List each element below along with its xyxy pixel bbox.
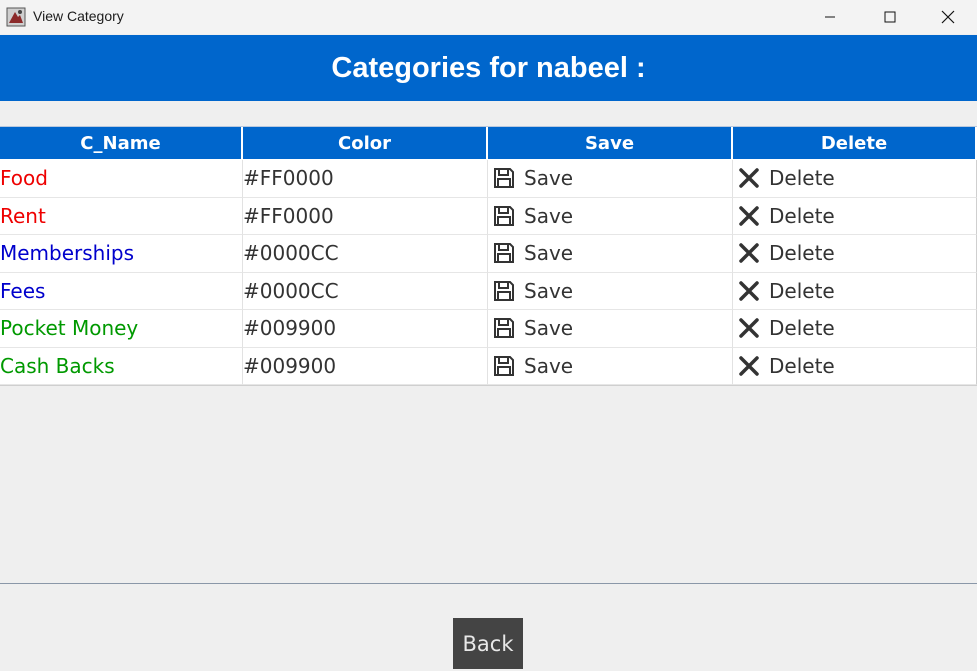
category-color: #FF0000 (243, 166, 334, 191)
page-title: Categories for nabeel : (331, 51, 646, 84)
back-button[interactable]: Back (453, 618, 523, 669)
table-row[interactable]: Food #FF0000 Save Delete (0, 160, 977, 198)
maximize-icon (884, 11, 896, 23)
save-label: Save (524, 241, 574, 266)
categories-table: C_Name Color Save Delete Food #FF0000 Save… (0, 126, 977, 386)
delete-label: Delete (769, 166, 835, 191)
floppy-disk-icon (492, 166, 516, 190)
category-color-cell[interactable]: #0000CC (243, 272, 488, 310)
category-name-cell[interactable]: Memberships (0, 235, 243, 273)
x-icon (737, 354, 761, 378)
table-body: Food #FF0000 Save Delete Rent #FF0000 Save Dele… (0, 160, 977, 386)
category-name: Rent (0, 203, 46, 228)
category-color: #009900 (243, 353, 337, 378)
category-color-cell[interactable]: #FF0000 (243, 197, 488, 235)
app-icon (6, 7, 26, 27)
category-color: #009900 (243, 316, 337, 341)
table-row[interactable]: Fees #0000CC Save Delete (0, 272, 977, 310)
maximize-button[interactable] (861, 0, 919, 34)
delete-label: Delete (769, 241, 835, 266)
save-button[interactable]: Save (488, 197, 733, 235)
save-label: Save (524, 166, 574, 191)
delete-button[interactable]: Delete (733, 197, 977, 235)
close-button[interactable] (919, 0, 977, 34)
category-color-cell[interactable]: #FF0000 (243, 160, 488, 198)
save-button[interactable]: Save (488, 160, 733, 198)
category-color-cell[interactable]: #009900 (243, 347, 488, 385)
category-name: Memberships (0, 241, 135, 266)
delete-label: Delete (769, 353, 835, 378)
x-icon (737, 279, 761, 303)
floppy-disk-icon (492, 354, 516, 378)
save-label: Save (524, 353, 574, 378)
category-name-cell[interactable]: Cash Backs (0, 347, 243, 385)
save-label: Save (524, 316, 574, 341)
category-name: Cash Backs (0, 353, 115, 378)
save-label: Save (524, 278, 574, 303)
x-icon (737, 241, 761, 265)
header-banner: Categories for nabeel : (0, 35, 977, 101)
category-name-cell[interactable]: Food (0, 160, 243, 198)
x-icon (737, 166, 761, 190)
divider (0, 583, 977, 584)
category-name-cell[interactable]: Fees (0, 272, 243, 310)
save-label: Save (524, 203, 574, 228)
category-color-cell[interactable]: #0000CC (243, 235, 488, 273)
category-color-cell[interactable]: #009900 (243, 310, 488, 348)
save-button[interactable]: Save (488, 347, 733, 385)
column-header-delete[interactable]: Delete (733, 127, 977, 160)
category-color: #FF0000 (243, 203, 334, 228)
category-name: Fees (0, 278, 46, 303)
floppy-disk-icon (492, 279, 516, 303)
category-name-cell[interactable]: Pocket Money (0, 310, 243, 348)
delete-label: Delete (769, 316, 835, 341)
delete-label: Delete (769, 203, 835, 228)
save-button[interactable]: Save (488, 235, 733, 273)
category-color: #0000CC (243, 241, 339, 266)
category-name-cell[interactable]: Rent (0, 197, 243, 235)
x-icon (737, 204, 761, 228)
table-row[interactable]: Cash Backs #009900 Save Delete (0, 347, 977, 385)
floppy-disk-icon (492, 241, 516, 265)
table-header: C_Name Color Save Delete (0, 126, 977, 160)
title-bar: View Category (0, 0, 977, 34)
category-color: #0000CC (243, 278, 339, 303)
table-row[interactable]: Memberships #0000CC Save Delete (0, 235, 977, 273)
delete-button[interactable]: Delete (733, 347, 977, 385)
delete-button[interactable]: Delete (733, 310, 977, 348)
delete-button[interactable]: Delete (733, 235, 977, 273)
floppy-disk-icon (492, 204, 516, 228)
delete-button[interactable]: Delete (733, 160, 977, 198)
minimize-icon (825, 16, 835, 18)
delete-label: Delete (769, 278, 835, 303)
column-header-name[interactable]: C_Name (0, 127, 243, 160)
column-header-color[interactable]: Color (243, 127, 488, 160)
delete-button[interactable]: Delete (733, 272, 977, 310)
close-icon (941, 10, 955, 24)
x-icon (737, 316, 761, 340)
category-name: Food (0, 166, 48, 191)
column-header-save[interactable]: Save (488, 127, 733, 160)
category-name: Pocket Money (0, 316, 139, 341)
table-row[interactable]: Rent #FF0000 Save Delete (0, 197, 977, 235)
window-title: View Category (33, 8, 124, 24)
save-button[interactable]: Save (488, 272, 733, 310)
table-row[interactable]: Pocket Money #009900 Save Delete (0, 310, 977, 348)
floppy-disk-icon (492, 316, 516, 340)
minimize-button[interactable] (801, 0, 859, 34)
save-button[interactable]: Save (488, 310, 733, 348)
